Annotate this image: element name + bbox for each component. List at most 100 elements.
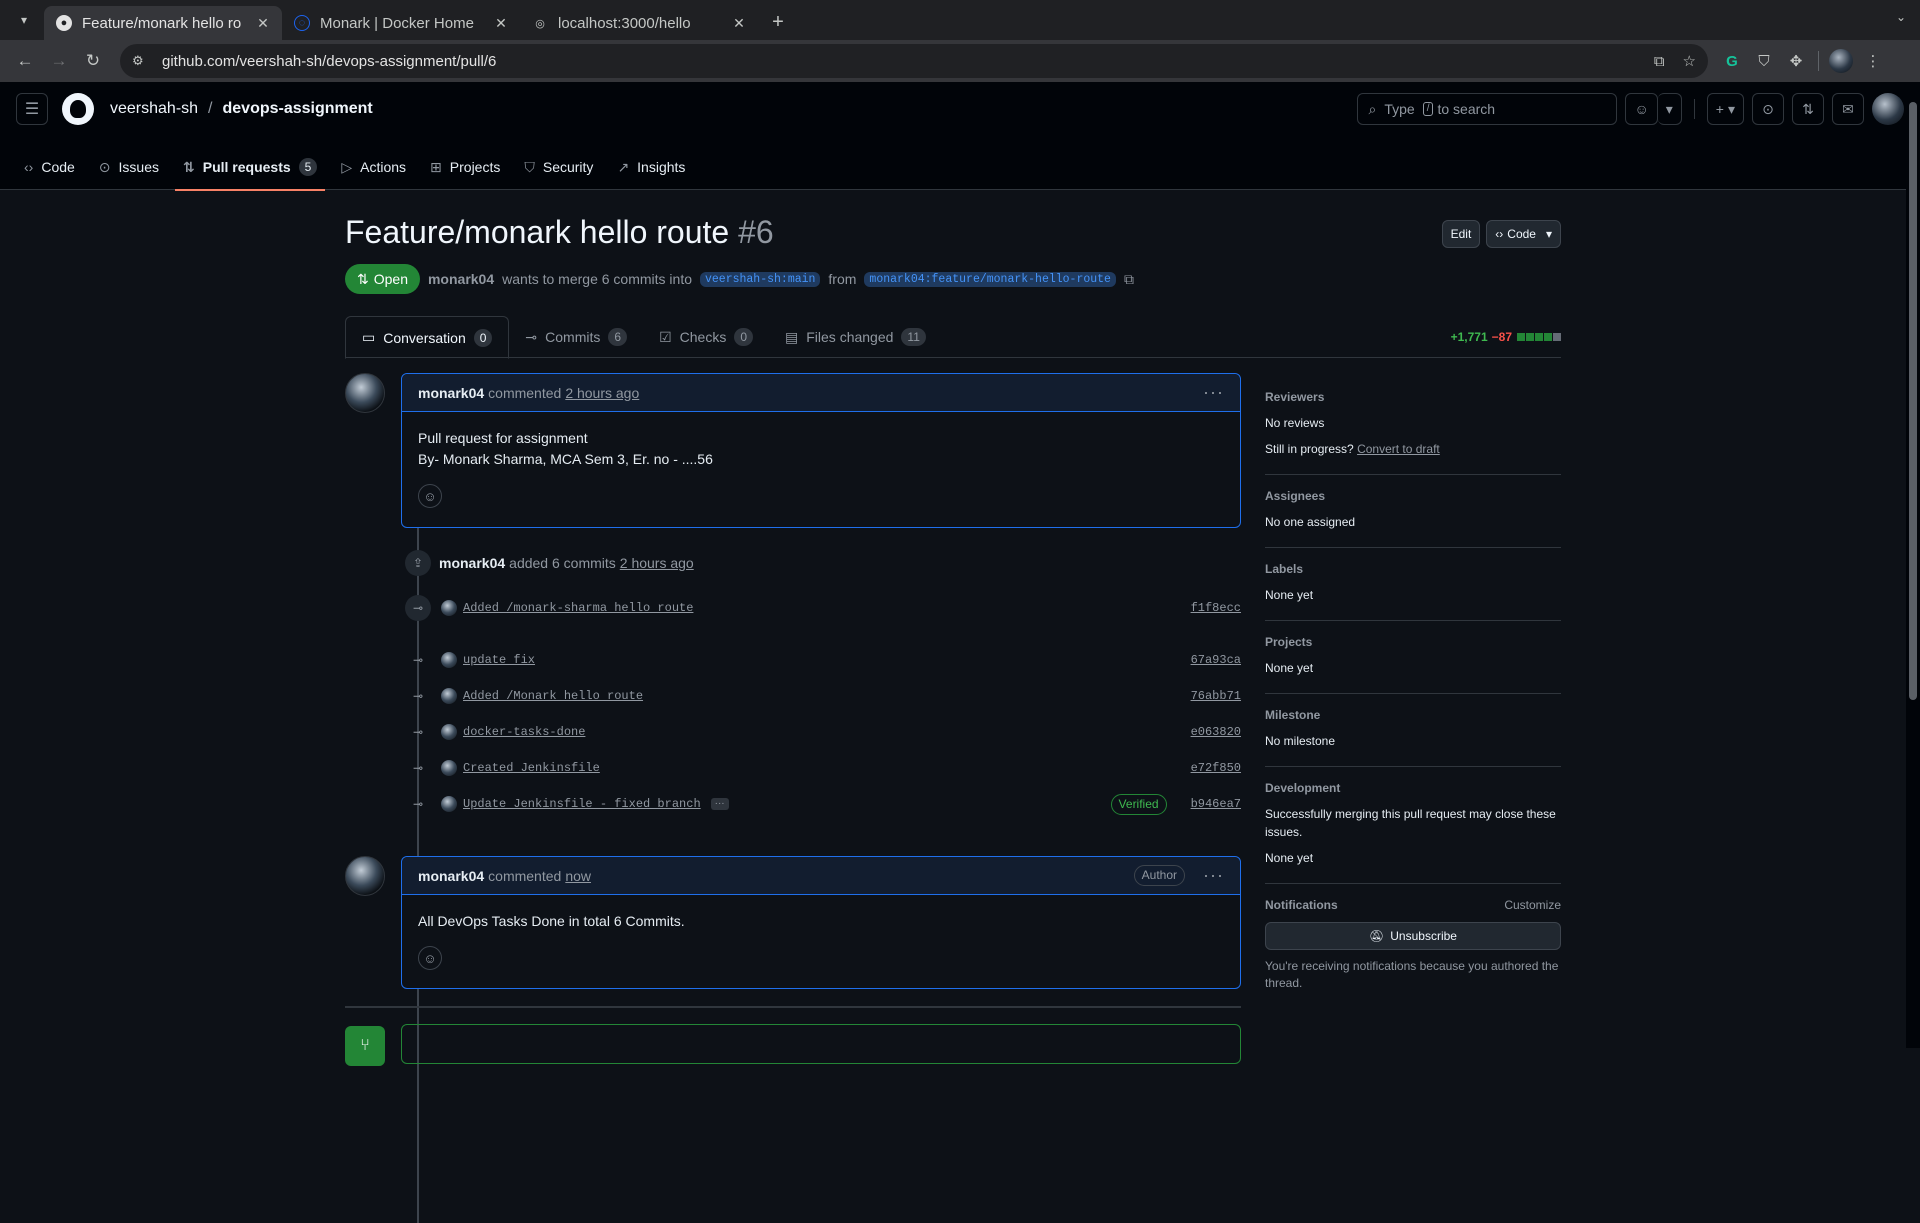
tab-checks[interactable]: ☑ Checks 0 [643,316,769,358]
commit-message[interactable]: docker-tasks-done [463,725,585,739]
hamburger-menu-icon[interactable]: ☰ [16,93,48,125]
comment-author[interactable]: monark04 [418,385,484,401]
labels-section: Labels None yet [1265,548,1561,621]
labels-heading[interactable]: Labels [1265,562,1561,576]
milestone-heading[interactable]: Milestone [1265,708,1561,722]
tab-search-chevron-icon[interactable]: ▾ [12,8,36,32]
inbox-button[interactable]: ✉ [1832,93,1864,125]
verified-badge[interactable]: Verified [1110,793,1167,815]
tab-conversation[interactable]: ▭ Conversation 0 [345,316,510,359]
merge-icon: ⑂ [345,1026,385,1066]
head-branch[interactable]: monark04:feature/monark-hello-route [864,271,1116,287]
repo-name-link[interactable]: devops-assignment [223,100,373,118]
commit-message[interactable]: Added /Monark hello route [463,689,643,703]
tab-projects[interactable]: ⊞ Projects [422,144,508,190]
close-icon[interactable]: ✕ [730,15,748,32]
avatar[interactable] [441,796,457,812]
tab-commits[interactable]: ⊸ Commits 6 [509,316,643,358]
code-dropdown-button[interactable]: ‹› Code ▾ [1486,220,1561,248]
comment-time[interactable]: 2 hours ago [565,385,639,401]
new-tab-plus-icon[interactable]: + [764,8,792,36]
browser-tab-active[interactable]: ● Feature/monark hello ro ✕ [44,6,282,40]
comment-author[interactable]: monark04 [418,868,484,884]
unsubscribe-button[interactable]: 🔕︎ Unsubscribe [1265,922,1561,950]
commit-sha[interactable]: f1f8ecc [1191,601,1241,615]
copilot-button[interactable]: ☺ [1625,93,1658,125]
avatar[interactable] [441,724,457,740]
avatar[interactable] [345,373,385,413]
kebab-menu-icon[interactable]: ··· [1203,865,1224,886]
create-new-button[interactable]: + ▾ [1706,93,1744,125]
search-placeholder: to search [1437,101,1496,117]
comment-time[interactable]: now [565,868,591,884]
address-bar[interactable]: ⚙ github.com/veershah-sh/devops-assignme… [120,44,1708,78]
edit-button[interactable]: Edit [1441,220,1481,248]
development-heading[interactable]: Development [1265,781,1561,795]
back-arrow-icon[interactable]: ← [8,44,42,78]
commit-message[interactable]: update fix [463,653,535,667]
commit-message[interactable]: Update Jenkinsfile - fixed branch [463,797,701,811]
projects-heading[interactable]: Projects [1265,635,1561,649]
browser-tab[interactable]: ◎ localhost:3000/hello ✕ [520,6,758,40]
tab-actions[interactable]: ▷ Actions [333,144,414,190]
tab-security[interactable]: ⛉ Security [516,144,601,190]
commit-message[interactable]: Added /monark-sharma hello route [463,601,693,615]
commit-sha[interactable]: e72f850 [1191,761,1241,775]
page-scrollbar[interactable] [1906,82,1920,1048]
avatar[interactable] [441,652,457,668]
event-time[interactable]: 2 hours ago [620,555,694,571]
commit-sha[interactable]: b946ea7 [1191,797,1241,811]
profile-avatar[interactable] [1825,45,1857,77]
commit-sha[interactable]: 67a93ca [1191,653,1241,667]
tab-title: Monark | Docker Home [320,14,474,32]
commit-message[interactable]: Created Jenkinsfile [463,761,600,775]
extensions-puzzle-icon[interactable]: ✥ [1780,45,1812,77]
smiley-icon[interactable]: ☺ [418,484,442,508]
tab-insights[interactable]: ↗ Insights [609,144,693,190]
tab-pull-requests[interactable]: ⇅ Pull requests 5 [175,144,326,191]
browser-tab[interactable]: ◌ Monark | Docker Home ✕ [282,6,520,40]
avatar[interactable] [345,856,385,896]
close-icon[interactable]: ✕ [254,15,272,32]
avatar[interactable] [441,760,457,776]
avatar[interactable] [441,688,457,704]
base-branch[interactable]: veershah-sh:main [700,271,821,287]
repo-owner-link[interactable]: veershah-sh [110,100,198,118]
close-icon[interactable]: ✕ [492,15,510,32]
reload-icon[interactable]: ↻ [76,44,110,78]
copilot-dropdown[interactable]: ▾ [1657,93,1682,125]
site-info-icon[interactable]: ⚙ [132,53,150,69]
shield-extension-icon[interactable]: ⛉ [1748,45,1780,77]
convert-to-draft-link[interactable]: Convert to draft [1357,442,1440,456]
forward-arrow-icon[interactable]: → [42,44,76,78]
customize-link[interactable]: Customize [1504,898,1561,912]
commit-sha[interactable]: e063820 [1191,725,1241,739]
reviewers-heading[interactable]: Reviewers [1265,390,1561,404]
chevron-down-icon[interactable]: ⌄ [1896,10,1906,24]
tab-files-changed[interactable]: ▤ Files changed 11 [769,316,942,358]
tab-code[interactable]: ‹› Code [16,144,83,190]
assignees-heading[interactable]: Assignees [1265,489,1561,503]
search-input[interactable]: ⌕ Type / to search [1357,93,1618,125]
kebab-menu-icon[interactable]: ··· [1203,382,1224,403]
tab-label: Code [41,159,75,175]
pull-requests-button[interactable]: ⇅ [1792,93,1824,125]
smiley-icon[interactable]: ☺ [418,946,442,970]
avatar[interactable] [441,600,457,616]
copy-icon[interactable]: ⧉ [1124,271,1134,288]
install-app-icon[interactable]: ⧉ [1654,53,1665,70]
tab-issues[interactable]: ⊙ Issues [91,144,167,190]
pr-author-link[interactable]: monark04 [428,271,494,287]
commit-sha[interactable]: 76abb71 [1191,689,1241,703]
github-logo-icon[interactable] [62,93,94,125]
bookmark-star-icon[interactable]: ☆ [1683,52,1696,70]
user-avatar[interactable] [1872,93,1904,125]
grammarly-extension-icon[interactable]: G [1716,45,1748,77]
url-text[interactable]: github.com/veershah-sh/devops-assignment… [162,53,1636,70]
expand-ellipsis-button[interactable]: ··· [710,798,729,810]
browser-menu-icon[interactable]: ⋮ [1857,45,1889,77]
assignees-value: No one assigned [1265,515,1356,529]
event-author[interactable]: monark04 [439,555,505,571]
scrollbar-thumb[interactable] [1909,102,1917,700]
issues-button[interactable]: ⊙ [1752,93,1784,125]
